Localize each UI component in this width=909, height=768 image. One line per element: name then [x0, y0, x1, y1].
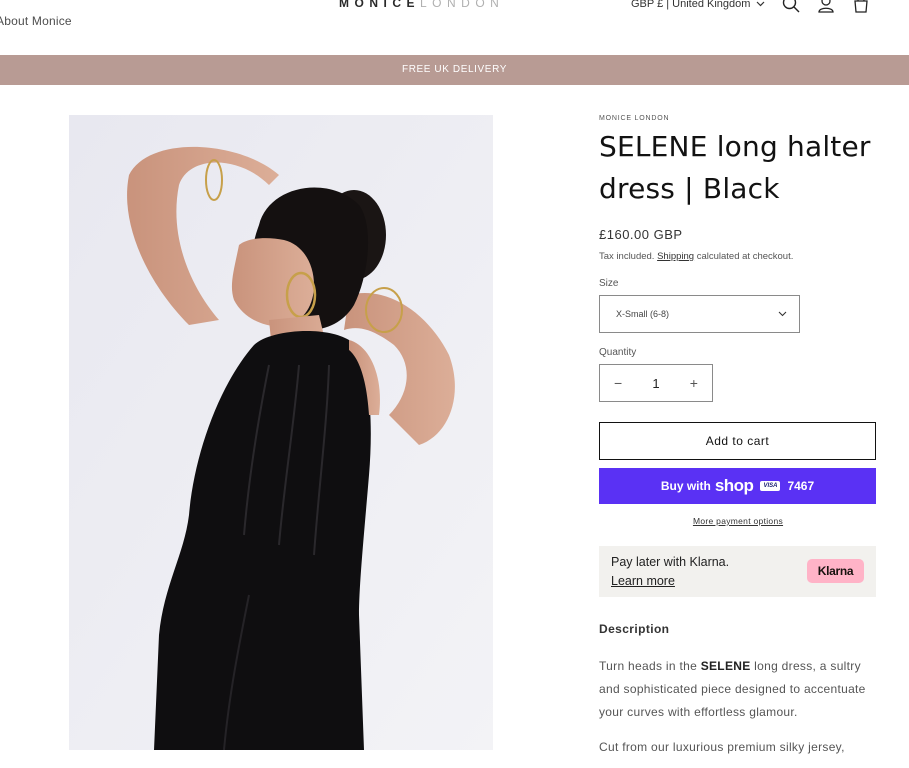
- description-1-prefix: Turn heads in the: [599, 659, 698, 673]
- search-icon[interactable]: [781, 0, 801, 14]
- klarna-banner: Pay later with Klarna. Learn more Klarna: [599, 546, 876, 597]
- model-photo-illustration: [69, 115, 493, 750]
- product-image[interactable]: [69, 115, 493, 750]
- tax-note-prefix: Tax included.: [599, 251, 655, 262]
- product-price: £160.00 GBP: [599, 227, 683, 242]
- shop-pay-logo: shop: [714, 476, 754, 495]
- logo-text-monice: MONICE: [339, 0, 420, 10]
- description-paragraph-2: Cut from our luxurious premium silky jer…: [599, 740, 845, 754]
- tax-note: Tax included. Shipping calculated at che…: [599, 251, 877, 262]
- description-1-bold: SELENE: [700, 659, 751, 673]
- chevron-down-icon: [778, 311, 787, 317]
- tax-note-suffix: calculated at checkout.: [696, 251, 794, 262]
- chevron-down-icon: [757, 1, 765, 7]
- quantity-stepper: − 1 +: [599, 364, 713, 402]
- product-vendor: MONICE LONDON: [599, 115, 670, 122]
- site-header: About Monice MONICELONDON GBP £ | United…: [0, 0, 909, 55]
- size-select[interactable]: X-Small (6-8): [599, 295, 800, 333]
- klarna-learn-more-link[interactable]: Learn more: [611, 574, 675, 588]
- shipping-link[interactable]: Shipping: [657, 251, 694, 262]
- nav-link-about[interactable]: About Monice: [0, 14, 72, 28]
- description-heading: Description: [599, 622, 670, 636]
- klarna-text: Pay later with Klarna.: [611, 555, 730, 569]
- product-info: MONICE LONDON SELENE long halter dress |…: [599, 115, 877, 759]
- announcement-bar: FREE UK DELIVERY: [0, 55, 909, 85]
- more-payment-options-link[interactable]: More payment options: [599, 516, 877, 526]
- card-last-four: 7467: [787, 479, 815, 493]
- size-label: Size: [599, 278, 619, 289]
- cart-icon[interactable]: [851, 0, 871, 14]
- locale-label: GBP £ | United Kingdom: [631, 0, 751, 10]
- product-title: SELENE long halter dress | Black: [599, 130, 871, 205]
- shop-pay-button[interactable]: Buy with shop VISA 7467: [599, 468, 876, 504]
- visa-card-icon: VISA: [760, 481, 781, 491]
- site-logo[interactable]: MONICELONDON: [339, 0, 504, 10]
- quantity-label: Quantity: [599, 347, 637, 358]
- klarna-logo: Klarna: [807, 559, 864, 583]
- quantity-increase-button[interactable]: +: [690, 375, 698, 391]
- quantity-value[interactable]: 1: [652, 376, 659, 391]
- description-paragraph-1: Turn heads in the SELENE long dress, a s…: [599, 655, 877, 724]
- quantity-decrease-button[interactable]: −: [614, 375, 622, 391]
- logo-text-london: LONDON: [420, 0, 505, 10]
- account-icon[interactable]: [816, 0, 836, 14]
- size-select-value: X-Small (6-8): [616, 309, 670, 319]
- locale-selector[interactable]: GBP £ | United Kingdom: [631, 0, 765, 10]
- add-to-cart-button[interactable]: Add to cart: [599, 422, 876, 460]
- shop-pay-buy-with: Buy with: [660, 479, 711, 493]
